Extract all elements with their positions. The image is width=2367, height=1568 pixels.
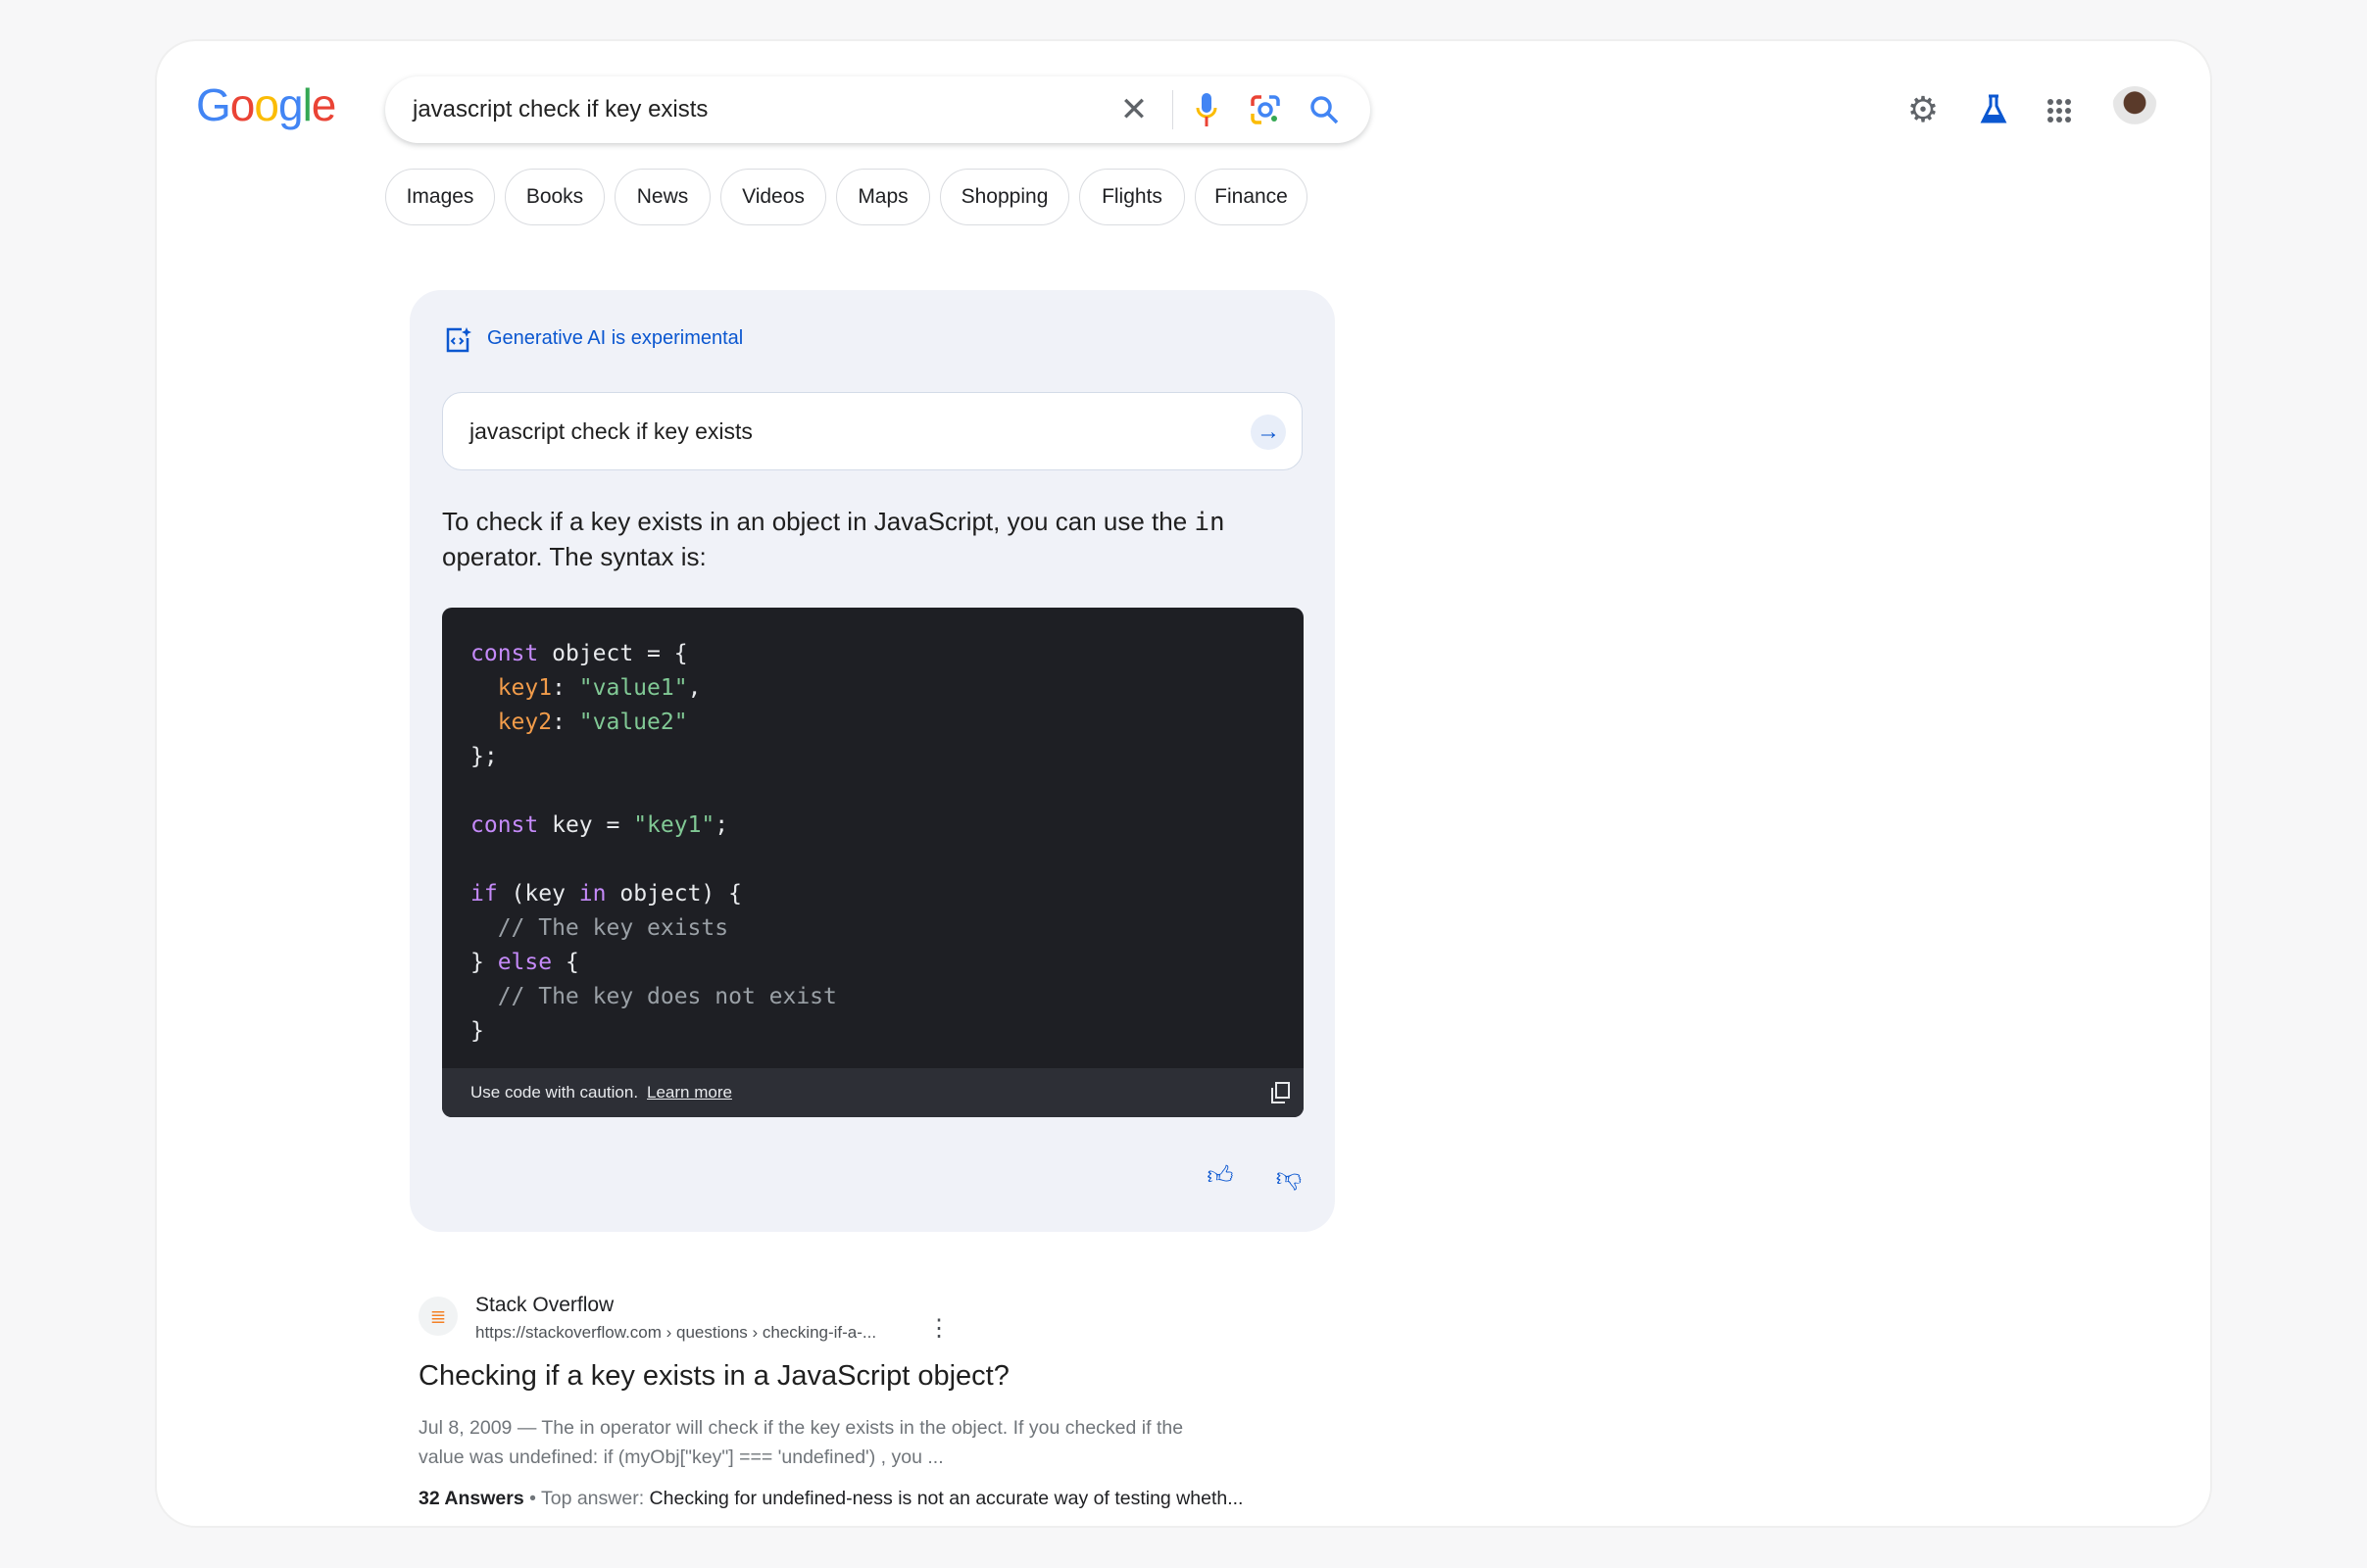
code-token: object = { xyxy=(538,641,688,666)
code-line: }; xyxy=(470,740,837,774)
thumbs-down-icon[interactable]: 👎︎ xyxy=(1272,1160,1306,1194)
code-token: const xyxy=(470,812,539,838)
code-token: else xyxy=(497,950,553,975)
code-line: key1: "value1", xyxy=(470,671,837,706)
code-caution-text: Use code with caution. xyxy=(470,1083,639,1102)
code-content: const object = { key1: "value1", key2: "… xyxy=(470,637,837,1049)
chip-shopping[interactable]: Shopping xyxy=(940,169,1069,225)
microphone-icon[interactable] xyxy=(1191,92,1222,127)
code-token: if xyxy=(470,881,498,906)
result-title-link[interactable]: Checking if a key exists in a JavaScript… xyxy=(419,1360,1010,1393)
learn-more-link[interactable]: Learn more xyxy=(647,1083,732,1102)
code-line: } xyxy=(470,1014,837,1049)
clear-icon[interactable]: ✕ xyxy=(1118,91,1150,128)
ai-followup-query[interactable]: javascript check if key exists xyxy=(469,418,753,445)
ai-answer-text: To check if a key exists in an object in… xyxy=(442,507,1225,571)
code-token: } xyxy=(470,950,498,975)
chip-maps[interactable]: Maps xyxy=(836,169,930,225)
apps-grid-icon[interactable] xyxy=(2043,94,2076,127)
code-token: { xyxy=(552,950,579,975)
code-token: key2 xyxy=(497,710,553,735)
code-token: }; xyxy=(470,744,498,769)
labs-flask-icon[interactable] xyxy=(1976,92,2011,127)
code-token: (key xyxy=(497,881,579,906)
settings-gear-icon[interactable]: ⚙ xyxy=(1905,89,1941,129)
generative-ai-icon xyxy=(443,325,472,355)
code-token: // The key exists xyxy=(470,915,729,941)
copy-icon[interactable] xyxy=(1269,1081,1291,1104)
code-line: // The key does not exist xyxy=(470,980,837,1014)
stackoverflow-favicon: ≣ xyxy=(419,1297,458,1336)
code-token: : xyxy=(552,675,579,701)
code-token: } xyxy=(470,1018,484,1044)
result-snippet: Jul 8, 2009 — The in operator will check… xyxy=(419,1417,1184,1468)
chip-videos[interactable]: Videos xyxy=(720,169,826,225)
chip-images[interactable]: Images xyxy=(385,169,495,225)
ai-followup-input[interactable]: javascript check if key exists → xyxy=(442,392,1303,470)
code-token: ; xyxy=(715,812,729,838)
result-url[interactable]: https://stackoverflow.com › questions › … xyxy=(475,1323,876,1343)
chip-finance[interactable]: Finance xyxy=(1195,169,1307,225)
code-token: object) { xyxy=(606,881,742,906)
user-avatar[interactable] xyxy=(2111,86,2158,133)
code-token: in xyxy=(578,881,607,906)
code-token: const xyxy=(470,641,539,666)
code-line: const key = "key1"; xyxy=(470,808,837,843)
code-line: if (key in object) { xyxy=(470,877,837,911)
chip-flights[interactable]: Flights xyxy=(1079,169,1185,225)
search-input[interactable]: javascript check if key exists xyxy=(413,96,708,123)
code-line: } else { xyxy=(470,946,837,980)
result-site-name[interactable]: Stack Overflow xyxy=(475,1294,614,1317)
ai-experimental-label: Generative AI is experimental xyxy=(487,327,744,349)
code-token: "key1" xyxy=(633,812,715,838)
lens-icon[interactable] xyxy=(1248,92,1283,127)
thumbs-up-icon[interactable]: 👍︎ xyxy=(1204,1158,1237,1192)
code-token: "value1" xyxy=(578,675,688,701)
search-bar[interactable]: javascript check if key exists ✕ xyxy=(385,76,1370,143)
code-token: key = xyxy=(538,812,634,838)
submit-arrow-icon[interactable]: → xyxy=(1251,415,1286,450)
code-token: : xyxy=(552,710,579,735)
code-line: // The key exists xyxy=(470,911,837,946)
code-token: key1 xyxy=(497,675,553,701)
more-options-icon[interactable]: ⋮ xyxy=(927,1315,951,1342)
code-token: , xyxy=(687,675,702,701)
code-footer: Use code with caution. Learn more xyxy=(442,1068,1304,1117)
chip-news[interactable]: News xyxy=(615,169,711,225)
google-logo[interactable]: Google xyxy=(196,78,336,131)
code-token: // The key does not exist xyxy=(470,984,837,1009)
code-line: const object = { xyxy=(470,637,837,671)
search-icon[interactable] xyxy=(1307,92,1342,127)
code-token: "value2" xyxy=(578,710,688,735)
result-answers-line: 32 Answers • Top answer: Checking for un… xyxy=(419,1488,1244,1509)
code-line: key2: "value2" xyxy=(470,706,837,740)
chip-books[interactable]: Books xyxy=(505,169,605,225)
code-block: const object = { key1: "value1", key2: "… xyxy=(442,608,1304,1117)
